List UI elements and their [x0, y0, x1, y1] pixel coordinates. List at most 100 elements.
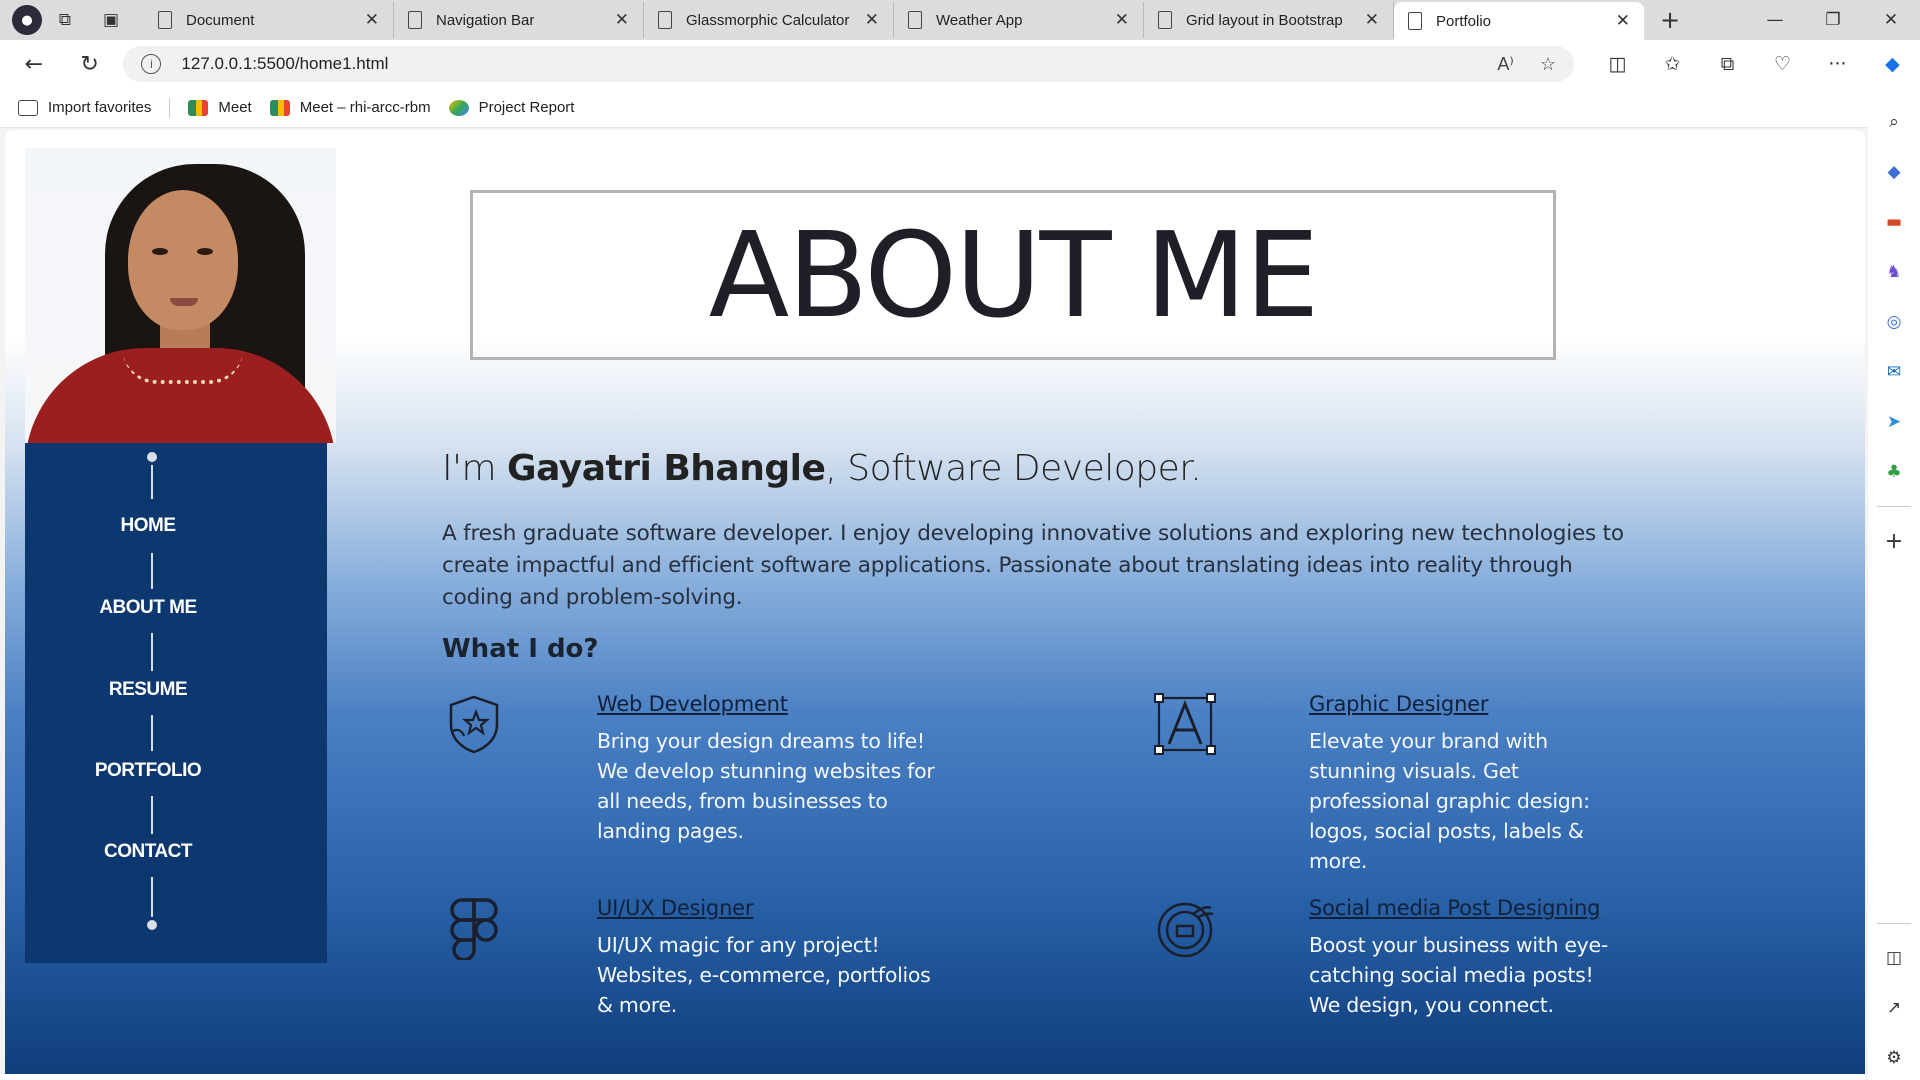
side-navigation: HOME ABOUT ME RESUME PORTFOLIO CONTACT	[25, 443, 327, 963]
refresh-button[interactable]: ↻	[68, 42, 112, 86]
favorite-label: Meet – rhi-arcc-rbm	[299, 99, 431, 116]
browser-tab[interactable]: Document ✕	[144, 2, 394, 38]
read-aloud-icon[interactable]: A⁾	[1497, 54, 1513, 75]
more-menu-icon[interactable]: ···	[1810, 42, 1865, 86]
tab-title: Glassmorphic Calculator	[686, 11, 850, 29]
hide-sidebar-icon[interactable]: ◫	[1878, 942, 1910, 974]
microsoft365-icon[interactable]: ◎	[1878, 306, 1910, 338]
page-title-box: ABOUT ME	[470, 190, 1556, 360]
nav-resume[interactable]: RESUME	[25, 679, 271, 701]
service-title-ui-ux-designer[interactable]: UI/UX Designer	[597, 896, 754, 920]
page-title: ABOUT ME	[708, 206, 1320, 344]
favorite-label: Project Report	[478, 99, 575, 116]
browser-tools: ◫ ✩ ⧉ ♡ ··· ◆	[1590, 42, 1920, 86]
drive-icon	[448, 99, 469, 116]
intro-heading: I'm Gayatri Bhangle, Software Developer.	[442, 448, 1202, 489]
games-icon[interactable]: ♞	[1878, 256, 1910, 288]
workspaces-icon[interactable]: ⧉	[52, 7, 78, 33]
collections-icon[interactable]: ⧉	[1700, 42, 1755, 86]
favorites-bar: Import favorites Meet Meet – rhi-arcc-rb…	[0, 88, 1920, 128]
browser-tab[interactable]: Grid layout in Bootstrap ✕	[1144, 2, 1394, 38]
split-screen-icon[interactable]: ◫	[1590, 42, 1645, 86]
favorite-meet[interactable]: Meet	[188, 99, 252, 116]
window-controls: — ❐ ✕	[1746, 0, 1920, 40]
favorites-icon[interactable]: ✩	[1645, 42, 1700, 86]
favorite-label: Meet	[218, 99, 252, 116]
social-post-icon	[1157, 902, 1214, 958]
typography-a-icon	[1154, 693, 1216, 755]
page-icon	[1408, 12, 1422, 30]
favorite-label: Import favorites	[48, 99, 152, 116]
tab-actions-icon[interactable]: ▣	[98, 7, 124, 33]
page-icon	[658, 11, 672, 29]
tools-icon[interactable]: ▬	[1878, 206, 1910, 238]
tab-title: Grid layout in Bootstrap	[1186, 11, 1343, 29]
copilot-icon[interactable]: ◆	[1865, 42, 1920, 86]
tab-title: Weather App	[936, 11, 1023, 29]
minimize-icon[interactable]: —	[1746, 0, 1804, 40]
browser-tab[interactable]: Navigation Bar ✕	[394, 2, 644, 38]
favorite-meet-room[interactable]: Meet – rhi-arcc-rbm	[269, 99, 431, 116]
service-title-web-development[interactable]: Web Development	[597, 692, 788, 716]
edge-sidebar: ⌕ ◆ ▬ ♞ ◎ ✉ ➤ ♣ + ◫ ↗ ⚙	[1868, 88, 1920, 1080]
about-description: A fresh graduate software developer. I e…	[442, 521, 1624, 610]
favorite-project-report[interactable]: Project Report	[448, 99, 575, 116]
service-text: Boost your business with eye-catching so…	[1309, 933, 1608, 1017]
nav-contact[interactable]: CONTACT	[25, 841, 271, 863]
url-text[interactable]: 127.0.0.1:5500/home1.html	[181, 54, 1471, 74]
close-tab-icon[interactable]: ✕	[365, 10, 379, 30]
import-icon	[18, 99, 38, 116]
site-info-icon[interactable]: i	[141, 54, 162, 74]
profile-photo	[25, 148, 336, 443]
page-icon	[1158, 11, 1172, 29]
page-icon	[158, 11, 172, 29]
outlook-icon[interactable]: ✉	[1878, 356, 1910, 388]
shield-star-icon	[449, 695, 499, 754]
nav-portfolio[interactable]: PORTFOLIO	[25, 760, 271, 782]
service-text: Bring your design dreams to life! We dev…	[597, 729, 935, 843]
address-toolbar: ← ↻ i 127.0.0.1:5500/home1.html A⁾ ☆ ◫ ✩…	[0, 40, 1920, 88]
close-tab-icon[interactable]: ✕	[615, 10, 629, 30]
search-icon[interactable]: ⌕	[1878, 106, 1910, 138]
import-favorites-link[interactable]: Import favorites	[18, 97, 171, 118]
person-name: Gayatri Bhangle	[507, 448, 826, 489]
new-tab-button[interactable]: +	[1660, 6, 1680, 34]
what-i-do-heading: What I do?	[442, 634, 599, 664]
nav-about-me[interactable]: ABOUT ME	[25, 597, 271, 619]
page-icon	[908, 11, 922, 29]
add-sidebar-app-icon[interactable]: +	[1878, 525, 1910, 557]
figma-icon	[450, 898, 498, 960]
close-tab-icon[interactable]: ✕	[865, 10, 879, 30]
browser-tab[interactable]: Weather App ✕	[894, 2, 1144, 38]
tab-title: Document	[186, 11, 255, 29]
restore-icon[interactable]: ❐	[1804, 0, 1862, 40]
close-tab-icon[interactable]: ✕	[1365, 10, 1379, 30]
favorite-star-icon[interactable]: ☆	[1540, 54, 1556, 75]
address-bar[interactable]: i 127.0.0.1:5500/home1.html A⁾ ☆	[123, 46, 1574, 82]
service-title-graphic-designer[interactable]: Graphic Designer	[1309, 692, 1489, 716]
nav-home[interactable]: HOME	[25, 515, 271, 537]
close-window-icon[interactable]: ✕	[1862, 0, 1920, 40]
external-link-icon[interactable]: ↗	[1878, 992, 1910, 1024]
browser-tab[interactable]: Glassmorphic Calculator ✕	[644, 2, 894, 38]
shopping-icon[interactable]: ◆	[1878, 156, 1910, 188]
tab-title: Portfolio	[1436, 12, 1492, 30]
tree-icon[interactable]: ♣	[1878, 456, 1910, 488]
browser-essentials-icon[interactable]: ♡	[1755, 42, 1810, 86]
close-tab-icon[interactable]: ✕	[1115, 10, 1129, 30]
tab-title: Navigation Bar	[436, 11, 535, 29]
browser-tab-strip: ● ⧉ ▣ Document ✕ Navigation Bar ✕ Glassm…	[0, 0, 1920, 40]
back-button[interactable]: ←	[12, 42, 56, 86]
send-icon[interactable]: ➤	[1878, 406, 1910, 438]
close-tab-icon[interactable]: ✕	[1616, 11, 1630, 31]
page-icon	[408, 11, 422, 29]
page-viewport: HOME ABOUT ME RESUME PORTFOLIO CONTACT A…	[5, 130, 1865, 1074]
browser-tab-active[interactable]: Portfolio ✕	[1394, 2, 1644, 40]
profile-avatar[interactable]: ●	[12, 5, 42, 35]
settings-gear-icon[interactable]: ⚙	[1878, 1042, 1910, 1074]
meet-icon	[269, 99, 290, 116]
meet-icon	[188, 99, 209, 116]
service-text: UI/UX magic for any project! Websites, e…	[597, 933, 931, 1017]
service-title-social-media-post[interactable]: Social media Post Designing	[1309, 896, 1600, 920]
service-text: Elevate your brand with stunning visuals…	[1309, 729, 1590, 873]
